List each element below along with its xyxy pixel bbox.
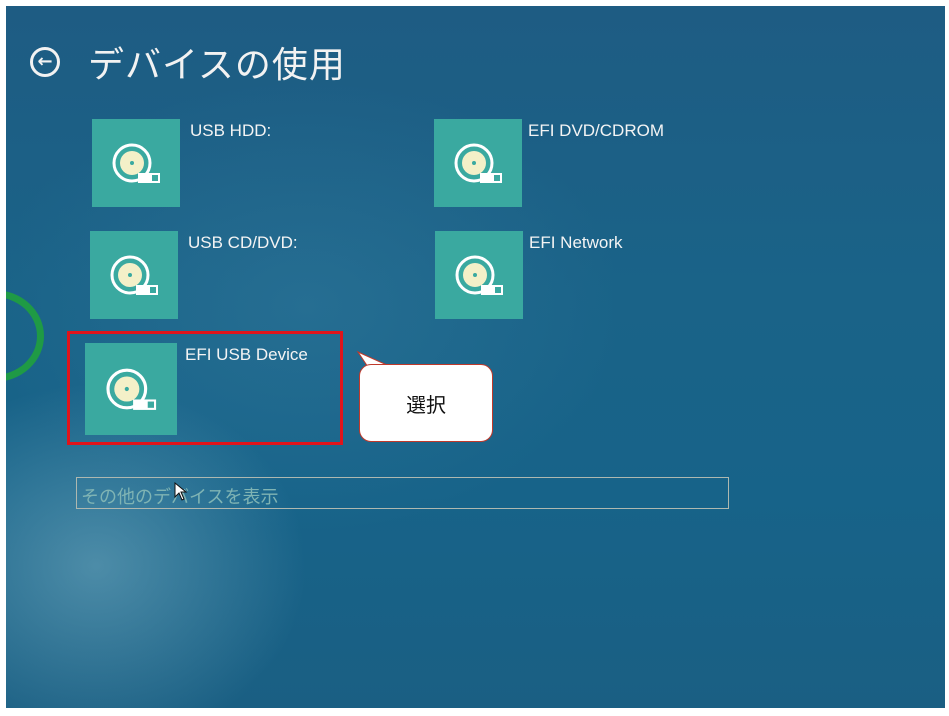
disk-drive-icon xyxy=(90,231,178,319)
back-arrow-icon[interactable]: ← xyxy=(30,47,60,77)
loading-ring-icon xyxy=(6,290,44,382)
device-label: EFI DVD/CDROM xyxy=(528,121,664,140)
mouse-pointer-icon xyxy=(174,482,188,501)
device-label: EFI Network xyxy=(529,233,623,252)
disk-drive-icon xyxy=(435,231,523,319)
device-label: USB CD/DVD: xyxy=(188,233,298,252)
disk-drive-icon xyxy=(434,119,522,207)
callout-text: 選択 xyxy=(406,392,446,417)
header: ← デバイスの使用 xyxy=(30,36,346,88)
page-title: デバイスの使用 xyxy=(88,45,346,86)
disk-drive-icon xyxy=(92,119,180,207)
boot-device-screen: ← デバイスの使用 USB HDD: EFI DVD/CDROM USB CD/… xyxy=(6,6,945,708)
callout: 選択 xyxy=(359,364,493,442)
selection-highlight xyxy=(67,331,343,445)
device-label: USB HDD: xyxy=(190,121,272,140)
